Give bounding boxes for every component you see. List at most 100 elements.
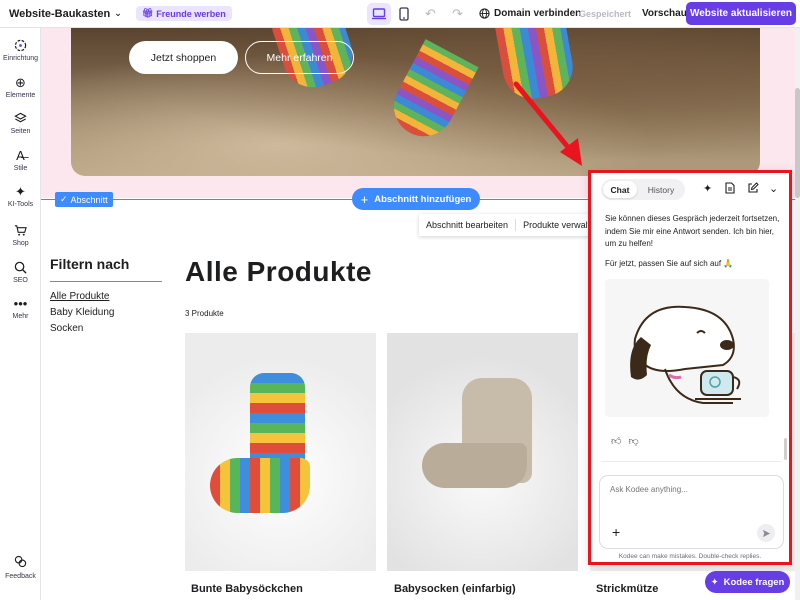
styles-icon: A̶ [16,147,25,163]
message-feedback: 👍︎ 👎︎ [611,435,639,447]
site-switcher[interactable]: Website-Baukasten ⌄ [9,8,122,20]
feedback-label: Feedback [5,573,36,580]
app-title: Website-Baukasten [9,7,111,20]
domain-label: Domain verbinden [494,8,582,19]
layers-icon [14,111,28,125]
snoopy-gif [605,279,769,417]
sidebar-label: Mehr [12,313,29,320]
feedback-icon [14,555,27,571]
hero-sock-shape [383,39,479,147]
page-scrollbar-thumb[interactable] [795,88,800,198]
product-count: 3 Produkte [185,309,224,318]
product-image[interactable] [185,333,376,571]
mobile-view-button[interactable] [392,3,416,25]
filter-title: Filtern nach [50,256,130,272]
assistant-message: Für jetzt, passen Sie auf sich auf 🙏 [605,259,734,268]
hero-sock-shape [494,28,578,104]
plus-icon: + [360,191,369,207]
seo-icon [14,260,28,274]
section-tag-label: Abschnitt [70,194,108,205]
connect-domain-button[interactable]: Domain verbinden [479,8,581,19]
refer-friends-button[interactable]: 🎁︎ Freunde werben [135,6,232,21]
top-toolbar: Website-Baukasten ⌄ 🎁︎ Freunde werben ↶ … [0,0,800,28]
gift-icon: 🎁︎ [141,8,154,18]
product-title[interactable]: Bunte Babysöckchen [191,583,303,595]
send-icon [762,529,770,537]
sidebar-label: Elemente [5,92,36,99]
thumbs-down-icon[interactable]: 👎︎ [628,435,638,447]
check-icon: ✓ [60,194,68,204]
plus-circle-icon: ⊕ [15,74,26,90]
sock-shape [422,443,527,488]
ask-kodee-label: Kodee fragen [723,576,785,588]
sparkle-icon[interactable]: ✦ [703,182,712,195]
new-chat-icon[interactable] [747,182,759,197]
globe-icon [479,8,490,19]
tab-history[interactable]: History [641,181,681,198]
edit-section-button[interactable]: Abschnitt bearbeiten [419,220,515,230]
add-section-label: Abschnitt hinzufügen [374,193,472,205]
sock-shape [210,458,310,513]
refer-label: Freunde werben [156,8,226,19]
sparkle-icon: ✦ [710,576,719,588]
desktop-icon [372,8,386,20]
sidebar-item-shop[interactable]: Shop [0,223,41,247]
sidebar-feedback[interactable]: Feedback [0,555,41,580]
filter-all-products[interactable]: Alle Produkte [50,291,109,302]
sidebar-label: Shop [12,240,29,247]
filter-baby-clothing[interactable]: Baby Kleidung [50,307,115,318]
learn-more-button[interactable]: Mehr erfahren [245,41,354,74]
update-website-button[interactable]: Website aktualisieren [686,2,796,25]
section-toolbar: Abschnitt bearbeiten Produkte verwalten [419,214,608,236]
desktop-view-button[interactable] [367,3,391,25]
hero-image: Jetzt shoppen Mehr erfahren [71,28,760,176]
chat-input[interactable] [610,485,775,505]
chat-scrollbar[interactable] [784,438,787,460]
product-title[interactable]: Strickmütze [596,583,658,595]
section-tag[interactable]: ✓ Abschnitt [55,192,113,207]
setup-icon [14,38,28,52]
ai-chat-panel: Chat History ✦ ⌄ Sie können dieses Gespr… [588,170,792,565]
sidebar-item-setup[interactable]: Einrichtung [0,38,41,62]
chat-tab-group: Chat History [601,179,685,200]
sidebar-item-more[interactable]: ••• Mehr [0,295,41,321]
sidebar-item-pages[interactable]: Seiten [0,111,41,135]
cart-icon [14,223,28,237]
saved-status: Gespeichert [579,9,632,19]
product-image[interactable] [387,333,578,571]
sidebar-item-styles[interactable]: A̶ Stile [0,147,41,173]
chevron-down-icon[interactable]: ⌄ [769,182,778,195]
filter-socks[interactable]: Socken [50,323,83,334]
sidebar-item-ai-tools[interactable]: ✦ KI-Tools [0,183,41,209]
redo-icon[interactable]: ↷ [452,6,463,22]
sidebar-label: Einrichtung [2,55,39,62]
undo-icon[interactable]: ↶ [425,6,436,22]
tab-chat[interactable]: Chat [603,181,637,198]
product-title[interactable]: Babysocken (einfarbig) [394,583,516,595]
chat-input-box: + [599,475,784,549]
shop-now-button[interactable]: Jetzt shoppen [129,41,238,74]
chevron-down-icon: ⌄ [114,8,122,18]
preview-button[interactable]: Vorschau [642,8,687,19]
sidebar-label: SEO [13,277,28,284]
chat-divider [601,461,781,462]
assistant-message: Sie können dieses Gespräch jederzeit for… [605,214,780,248]
thumbs-up-icon[interactable]: 👍︎ [611,435,621,447]
filter-divider [50,281,162,282]
ai-disclaimer: Kodee can make mistakes. Double-check re… [618,553,762,560]
sidebar-item-seo[interactable]: SEO [0,260,41,284]
more-icon: ••• [13,295,28,311]
left-sidebar: Einrichtung ⊕ Elemente Seiten A̶ Stile ✦… [0,28,41,600]
sidebar-label: Seiten [10,128,31,135]
attach-plus-icon[interactable]: + [612,524,620,540]
sidebar-item-elements[interactable]: ⊕ Elemente [0,74,41,100]
page-title: Alle Produkte [185,256,372,287]
sidebar-label: KI-Tools [7,201,34,208]
send-button[interactable] [757,524,775,542]
sidebar-label: Stile [13,165,28,172]
sparkle-icon: ✦ [15,183,26,199]
document-icon[interactable] [725,182,735,197]
ask-kodee-button[interactable]: ✦ Kodee fragen [705,571,790,593]
mobile-icon [399,7,409,21]
add-section-button[interactable]: + Abschnitt hinzufügen [352,188,480,210]
